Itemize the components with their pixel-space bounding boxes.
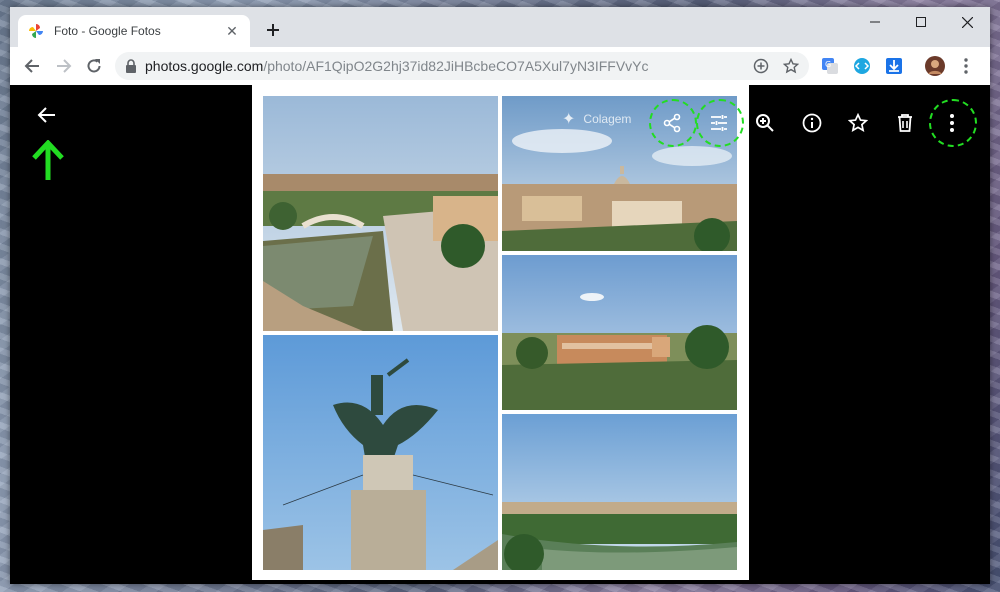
lock-icon	[125, 59, 137, 73]
photo-tile	[502, 414, 737, 570]
more-options-icon[interactable]	[934, 105, 970, 141]
new-tab-icon[interactable]	[263, 20, 283, 40]
reload-icon[interactable]	[80, 52, 108, 80]
maximize-icon[interactable]	[898, 7, 944, 37]
url-text: photos.google.com/photo/AF1QipO2G2hj37id…	[145, 58, 649, 74]
photo-tile	[263, 335, 498, 570]
share-icon[interactable]	[654, 105, 690, 141]
info-icon[interactable]	[794, 105, 830, 141]
back-arrow-icon[interactable]	[29, 97, 65, 133]
install-app-icon[interactable]	[749, 54, 773, 78]
sparkle-icon: ✦	[562, 111, 576, 128]
close-tab-icon[interactable]: ✕	[224, 23, 240, 39]
browser-menu-icon[interactable]	[956, 56, 976, 76]
download-extension-icon[interactable]	[884, 56, 904, 76]
tab-strip: Foto - Google Fotos ✕	[10, 7, 990, 47]
browser-window: Foto - Google Fotos ✕ photos.google.com/…	[10, 7, 990, 584]
translate-extension-icon[interactable]: G	[820, 56, 840, 76]
zoom-icon[interactable]	[747, 105, 783, 141]
favorite-star-icon[interactable]	[840, 105, 876, 141]
back-arrow-icon[interactable]	[18, 52, 46, 80]
browser-toolbar: photos.google.com/photo/AF1QipO2G2hj37id…	[10, 47, 990, 86]
annotation-up-arrow	[30, 139, 66, 187]
edit-tune-icon[interactable]	[701, 105, 737, 141]
bookmark-star-icon[interactable]	[779, 54, 803, 78]
tab-google-photos[interactable]: Foto - Google Fotos ✕	[18, 15, 250, 47]
minimize-icon[interactable]	[852, 7, 898, 37]
collage-label: ✦ Colagem	[562, 111, 632, 128]
collage-photo	[252, 85, 749, 580]
forward-arrow-icon[interactable]	[50, 52, 78, 80]
svg-text:G: G	[825, 60, 831, 69]
code-extension-icon[interactable]	[852, 56, 872, 76]
google-photos-icon	[28, 23, 44, 39]
delete-icon[interactable]	[887, 105, 923, 141]
close-window-icon[interactable]	[944, 7, 990, 37]
profile-avatar[interactable]	[925, 56, 945, 76]
address-bar[interactable]: photos.google.com/photo/AF1QipO2G2hj37id…	[115, 52, 809, 80]
photo-tile	[263, 96, 498, 331]
photo-tile	[502, 255, 737, 410]
photo-viewer: ✦ Colagem	[10, 85, 990, 584]
tab-title: Foto - Google Fotos	[54, 24, 161, 38]
